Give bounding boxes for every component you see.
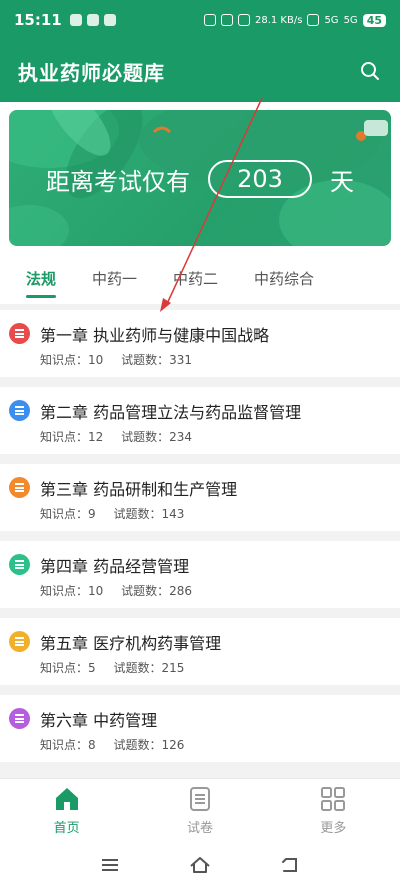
home-icon [55, 788, 78, 810]
signal-2: 5G [343, 14, 358, 26]
search-button[interactable] [358, 59, 382, 83]
tab-chinese-medicine-2[interactable]: 中药二 [173, 252, 218, 304]
grid-icon [321, 787, 346, 811]
status-bar: 15:11 28.1 KB/s 5G 5G 45 [0, 0, 400, 40]
tab-law[interactable]: 法规 [26, 252, 57, 304]
bottom-nav: 首页 试卷 更多 [0, 778, 400, 842]
paper-icon [189, 787, 210, 811]
countdown-days: 203 [208, 160, 312, 198]
question-count: 试题数：286 [121, 584, 193, 598]
subject-tabs: 法规 中药一 中药二 中药综合 [0, 252, 400, 304]
nav-home-label: 首页 [53, 821, 80, 836]
question-count: 试题数：234 [121, 430, 193, 444]
tab-chinese-medicine-1[interactable]: 中药一 [92, 252, 137, 304]
chapter-title: 第一章 执业药师与健康中国战略 [40, 326, 270, 345]
chapter-list: 第一章 执业药师与健康中国战略 知识点：10 试题数：331 第二章 药品管理立… [0, 310, 400, 772]
notification-icons [69, 14, 116, 26]
nav-more-label: 更多 [320, 821, 347, 836]
knowledge-points: 知识点：10 [40, 353, 104, 367]
countdown: 距离考试仅有 203 天 [9, 160, 391, 198]
nav-papers[interactable]: 试卷 [133, 779, 266, 842]
menu-icon[interactable] [99, 854, 121, 876]
chapter-title: 第五章 医疗机构药事管理 [40, 634, 222, 653]
knowledge-points: 知识点：8 [40, 738, 96, 752]
knowledge-points: 知识点：12 [40, 430, 104, 444]
app-header: 执业药师必题库 [0, 40, 400, 102]
back-icon[interactable] [279, 854, 301, 876]
countdown-prefix: 距离考试仅有 [46, 167, 190, 196]
chapter-stats: 知识点：9 试题数：143 [40, 505, 198, 522]
list-icon [9, 400, 30, 421]
hd-icon [307, 14, 320, 26]
chapter-title: 第三章 药品研制和生产管理 [40, 480, 238, 499]
question-count: 试题数：143 [113, 507, 185, 521]
knowledge-points: 知识点：5 [40, 661, 96, 675]
question-count: 试题数：331 [121, 353, 193, 367]
chapter-title: 第二章 药品管理立法与药品监督管理 [40, 403, 302, 422]
alarm-icon [220, 14, 233, 26]
list-icon [9, 631, 30, 652]
banner-section: 距离考试仅有 203 天 [0, 102, 400, 252]
tab-chinese-medicine-comprehensive[interactable]: 中药综合 [254, 252, 314, 304]
knowledge-points: 知识点：10 [40, 584, 104, 598]
battery-icon: 45 [362, 13, 386, 27]
list-item[interactable]: 第四章 药品经营管理 知识点：10 试题数：286 [0, 541, 400, 608]
network-speed: 28.1 KB/s [254, 14, 303, 26]
chapter-stats: 知识点：10 试题数：286 [40, 582, 206, 599]
knowledge-points: 知识点：9 [40, 507, 96, 521]
home-nav-icon[interactable] [189, 854, 211, 876]
list-icon [9, 323, 30, 344]
question-count: 试题数：215 [113, 661, 185, 675]
list-icon [9, 477, 30, 498]
headphone-icon [203, 14, 216, 26]
chapter-title: 第四章 药品经营管理 [40, 557, 190, 576]
nav-more[interactable]: 更多 [267, 779, 400, 842]
signal-1: 5G [324, 14, 339, 26]
list-item[interactable]: 第二章 药品管理立法与药品监督管理 知识点：12 试题数：234 [0, 387, 400, 454]
app-icon [86, 14, 99, 26]
qq-icon [69, 14, 82, 26]
list-icon [9, 708, 30, 729]
chapter-stats: 知识点：12 试题数：234 [40, 428, 206, 445]
list-item[interactable]: 第五章 医疗机构药事管理 知识点：5 试题数：215 [0, 618, 400, 685]
search-icon [361, 62, 379, 80]
vibrate-icon [237, 14, 250, 26]
list-item[interactable]: 第六章 中药管理 知识点：8 试题数：126 [0, 695, 400, 762]
countdown-suffix: 天 [330, 167, 354, 196]
chapter-stats: 知识点：10 试题数：331 [40, 351, 206, 368]
list-item[interactable]: 第三章 药品研制和生产管理 知识点：9 试题数：143 [0, 464, 400, 531]
chapter-title: 第六章 中药管理 [40, 711, 158, 730]
system-nav-bar [0, 842, 400, 888]
countdown-banner[interactable]: 距离考试仅有 203 天 [9, 110, 391, 246]
status-time: 15:11 [14, 11, 62, 29]
list-icon [9, 554, 30, 575]
chapter-stats: 知识点：8 试题数：126 [40, 736, 198, 753]
page-title: 执业药师必题库 [18, 60, 165, 85]
nav-home[interactable]: 首页 [0, 779, 133, 842]
chapter-stats: 知识点：5 试题数：215 [40, 659, 198, 676]
question-count: 试题数：126 [113, 738, 185, 752]
nav-papers-label: 试卷 [186, 821, 213, 836]
gallery-icon [103, 14, 116, 26]
list-item[interactable]: 第一章 执业药师与健康中国战略 知识点：10 试题数：331 [0, 310, 400, 377]
status-indicators: 28.1 KB/s 5G 5G 45 [203, 13, 386, 27]
